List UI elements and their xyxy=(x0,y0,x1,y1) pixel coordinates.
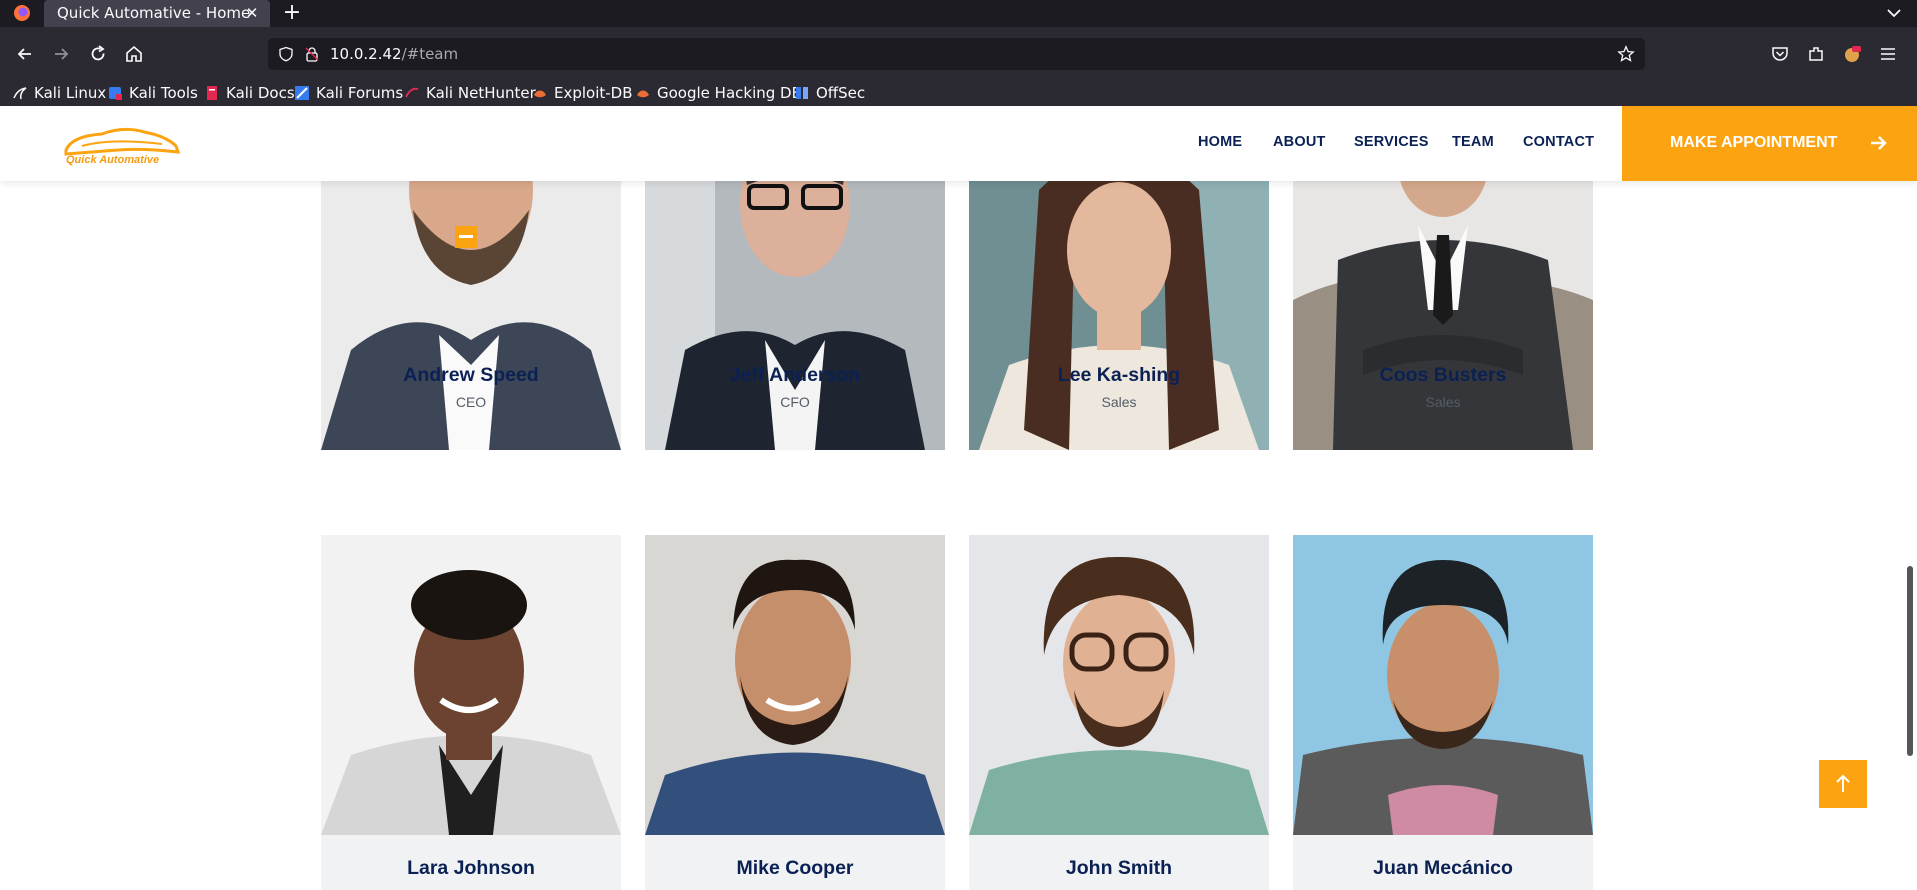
member-name: Lee Ka-shing xyxy=(1057,364,1181,386)
bookmark-kali-forums[interactable]: Kali Forums xyxy=(294,83,403,103)
member-role: CEO xyxy=(455,394,487,410)
team-photo-john-smith xyxy=(969,535,1269,835)
offsec-icon xyxy=(796,87,808,99)
arrow-right-icon xyxy=(1871,136,1887,150)
member-name: John Smith xyxy=(1065,857,1173,879)
arrow-up-icon xyxy=(1836,774,1850,792)
member-name: Juan Mecánico xyxy=(1373,857,1513,879)
arrow-left-icon[interactable] xyxy=(12,41,38,67)
logo-text[interactable]: Quick Automative xyxy=(66,154,159,166)
member-name: Coos Busters xyxy=(1379,364,1507,386)
member-role: CFO xyxy=(780,394,810,410)
kali-docs-icon xyxy=(207,86,217,100)
bookmark-label: Exploit-DB xyxy=(554,84,633,102)
lock-icon[interactable] xyxy=(304,46,320,62)
bookmark-label: Kali Docs xyxy=(226,84,295,102)
bookmark-label: Kali Linux xyxy=(34,84,107,102)
url-path: /#team xyxy=(401,45,459,63)
exploit-db-icon xyxy=(534,90,546,98)
bookmark-label: Kali Tools xyxy=(129,84,198,102)
nav-about[interactable]: ABOUT xyxy=(1273,134,1326,150)
close-tab-icon[interactable]: ✕ xyxy=(244,5,260,21)
bookmark-label: OffSec xyxy=(816,84,866,102)
bookmark-kali-nethunter[interactable]: Kali NetHunter xyxy=(404,83,536,103)
nav-home[interactable]: HOME xyxy=(1198,134,1242,150)
shield-icon[interactable] xyxy=(278,46,294,62)
member-name: Jeff Anderson xyxy=(729,364,861,386)
bookmark-kali-docs[interactable]: Kali Docs xyxy=(204,83,295,103)
account-icon[interactable] xyxy=(1842,44,1862,64)
member-name: Lara Johnson xyxy=(407,857,535,879)
member-role: Sales xyxy=(1101,394,1137,410)
make-appointment-button[interactable]: MAKE APPOINTMENT xyxy=(1622,106,1917,181)
home-icon[interactable] xyxy=(121,41,147,67)
bookmark-star-icon[interactable] xyxy=(1617,45,1635,63)
team-card: Andrew Speed CEO xyxy=(321,150,621,450)
member-name: Mike Cooper xyxy=(736,857,854,879)
kali-nethunter-icon xyxy=(405,87,419,98)
firefox-icon xyxy=(14,5,30,21)
bookmark-offsec[interactable]: OffSec xyxy=(794,83,865,103)
team-card: Mike Cooper xyxy=(645,535,945,890)
bookmark-label: Kali Forums xyxy=(316,84,404,102)
team-photo-juan-mecanico xyxy=(1293,535,1593,835)
reload-icon[interactable] xyxy=(85,41,111,67)
team-card: Lara Johnson xyxy=(321,535,621,890)
team-photo-lara-johnson xyxy=(321,535,621,835)
address-bar[interactable]: 10.0.2.42/#team xyxy=(268,38,1645,70)
bookmark-exploit-db[interactable]: Exploit-DB xyxy=(532,83,633,103)
member-role: Sales xyxy=(1425,394,1461,410)
team-card: Jeff Anderson CFO xyxy=(645,150,945,450)
nav-team[interactable]: TEAM xyxy=(1452,134,1494,150)
tab-title: Quick Automative - Home xyxy=(57,4,251,22)
team-card: John Smith xyxy=(969,535,1269,890)
url-text[interactable]: 10.0.2.42/#team xyxy=(330,45,458,63)
team-card: Coos Busters Sales xyxy=(1293,150,1593,450)
member-name: Andrew Speed xyxy=(403,364,539,386)
menu-icon[interactable] xyxy=(1878,44,1898,64)
nav-services[interactable]: SERVICES xyxy=(1354,134,1429,150)
page-scrollbar[interactable] xyxy=(1907,566,1913,756)
kali-forums-icon xyxy=(295,86,309,100)
team-card: Lee Ka-shing Sales xyxy=(969,150,1269,450)
chevron-down-icon[interactable] xyxy=(1885,4,1903,22)
kali-tools-icon xyxy=(109,87,122,100)
extensions-icon[interactable] xyxy=(1806,44,1826,64)
site-header: Quick Automative HOME ABOUT SERVICES TEA… xyxy=(0,106,1917,181)
team-card: Juan Mecánico xyxy=(1293,535,1593,890)
bookmark-google-hacking-db[interactable]: Google Hacking DB xyxy=(635,83,802,103)
team-photo-mike-cooper xyxy=(645,535,945,835)
web-page: Andrew Speed CEO Jeff Anderson CFO Lee K… xyxy=(0,106,1917,890)
bookmarks-bar: Kali Linux Kali Tools Kali Docs Kali For… xyxy=(0,81,1917,106)
bookmark-label: Kali NetHunter xyxy=(426,84,536,102)
new-tab-icon[interactable]: + xyxy=(282,2,302,24)
pocket-icon[interactable] xyxy=(1770,44,1790,64)
ghdb-icon xyxy=(637,90,649,98)
back-to-top-button[interactable] xyxy=(1819,760,1867,808)
url-host: 10.0.2.42 xyxy=(330,45,402,63)
nav-contact[interactable]: CONTACT xyxy=(1523,134,1594,150)
appointment-label: MAKE APPOINTMENT xyxy=(1670,134,1838,151)
browser-nav-bar: 10.0.2.42/#team xyxy=(0,27,1917,81)
active-tab[interactable]: Quick Automative - Home ✕ xyxy=(44,0,270,27)
bookmark-label: Google Hacking DB xyxy=(657,84,802,102)
kali-dragon-icon xyxy=(13,87,27,100)
arrow-right-icon[interactable] xyxy=(48,41,74,67)
browser-tab-bar: Quick Automative - Home ✕ + xyxy=(0,0,1917,27)
bookmark-kali-tools[interactable]: Kali Tools xyxy=(107,83,198,103)
bookmark-kali-linux[interactable]: Kali Linux xyxy=(12,83,106,103)
